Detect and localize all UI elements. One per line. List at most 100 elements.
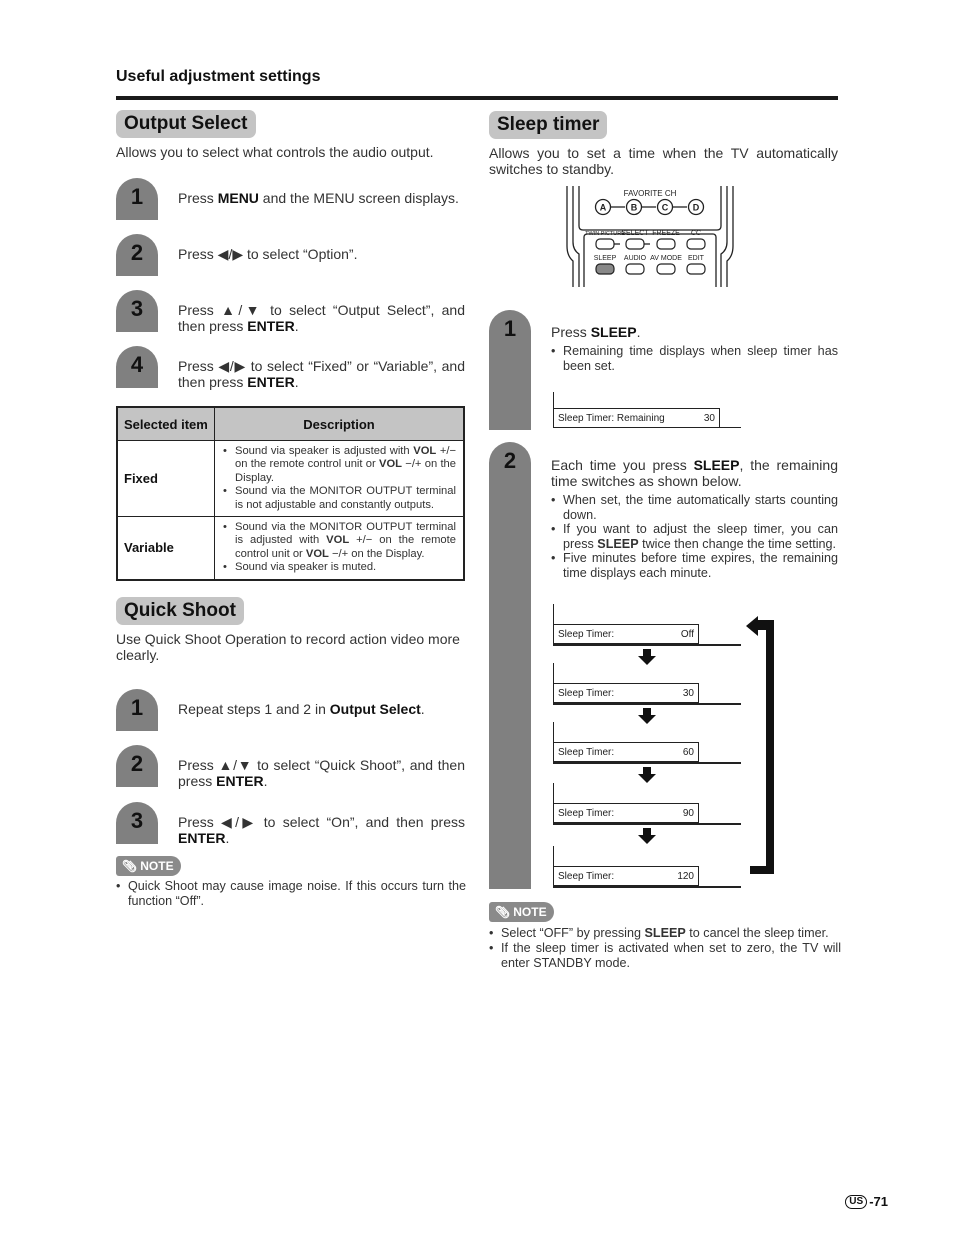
description-cell: Sound via the MONITOR OUTPUT terminal is… xyxy=(215,517,463,579)
osd-box: Sleep Timer: 60 xyxy=(553,742,699,762)
table-body: FixedSound via speaker is adjusted with … xyxy=(118,441,463,579)
quick-shoot-note-badge: 📎︎ NOTE xyxy=(116,856,181,876)
page-number-text: -71 xyxy=(869,1194,888,1209)
step-tab-1: 1 xyxy=(489,310,531,430)
paperclip-icon: 📎︎ xyxy=(495,905,511,919)
osd-sleep-timer-30: Sleep Timer: 30 xyxy=(553,663,743,705)
output-select-step-number-2: 2 xyxy=(116,234,158,276)
sleep-step1-text: Press SLEEP. xyxy=(551,324,641,340)
output-select-step-text-2: Press ◀/▶ to select “Option”. xyxy=(178,246,358,262)
quick-shoot-step-text-3: Press ◀/▶ to select “On”, and then press… xyxy=(178,814,465,846)
note-item: If the sleep timer is activated when set… xyxy=(489,941,841,971)
osd-value: 120 xyxy=(677,870,694,882)
selected-item-cell: Fixed xyxy=(118,441,215,517)
osd-box: Sleep Timer: 90 xyxy=(553,803,699,823)
quick-shoot-title: Quick Shoot xyxy=(116,597,244,625)
output-select-table: Selected item Description FixedSound via… xyxy=(116,406,465,581)
remote-label-audio: AUDIO xyxy=(624,255,647,262)
bullet-item: When set, the time automatically starts … xyxy=(551,493,838,522)
remote-label-select: SELECT xyxy=(621,230,649,237)
description-bullet: Sound via the MONITOR OUTPUT terminal is… xyxy=(223,521,456,561)
note-item: Quick Shoot may cause image noise. If th… xyxy=(116,879,466,909)
osd-sleep-timer-120: Sleep Timer: 120 xyxy=(553,846,743,888)
description-bullet: Sound via the MONITOR OUTPUT terminal is… xyxy=(223,485,456,512)
bullet-item: If you want to adjust the sleep timer, y… xyxy=(551,522,838,551)
bullet-item: Remaining time displays when sleep timer… xyxy=(551,344,838,373)
header-selected-item: Selected item xyxy=(118,408,215,440)
table-header: Selected item Description xyxy=(118,408,463,441)
page-number: US -71 xyxy=(845,1194,888,1209)
remote-button-freeze[interactable] xyxy=(656,238,676,250)
quick-shoot-notes: Quick Shoot may cause image noise. If th… xyxy=(116,879,466,909)
header-description: Description xyxy=(303,416,375,432)
osd-sleep-remaining: Sleep Timer: Remaining 30 xyxy=(553,392,743,430)
output-select-step-number-4: 4 xyxy=(116,346,158,388)
section-label: Useful adjustment settings xyxy=(116,68,321,85)
osd-value: 30 xyxy=(682,687,694,699)
output-select-step-number-3: 3 xyxy=(116,290,158,332)
output-select-step-text-3: Press ▲/▼ to select “Output Select”, and… xyxy=(178,302,465,334)
osd-label: Sleep Timer: xyxy=(558,746,615,758)
quick-shoot-step-text-2: Press ▲/▼ to select “Quick Shoot”, and t… xyxy=(178,757,465,789)
osd-label: Sleep Timer: xyxy=(558,807,615,819)
down-arrow-icon xyxy=(638,767,656,783)
osd-value: 30 xyxy=(703,412,715,424)
quick-shoot-heading: Quick Shoot xyxy=(116,597,244,625)
note-label: NOTE xyxy=(140,859,174,873)
table-row: VariableSound via the MONITOR OUTPUT ter… xyxy=(118,517,463,579)
osd-value: 90 xyxy=(682,807,694,819)
remote-button-edit[interactable] xyxy=(686,263,706,275)
remote-label-sleep: SLEEP xyxy=(594,255,617,262)
note-item: Select “OFF” by pressing SLEEP to cancel… xyxy=(489,926,841,941)
osd-box: Sleep Timer: Remaining 30 xyxy=(553,408,720,428)
osd-label: Sleep Timer: xyxy=(558,628,615,640)
remote-button-twin-picture[interactable] xyxy=(595,238,615,250)
output-select-intro: Allows you to select what controls the a… xyxy=(116,144,434,160)
sleep-timer-notes: Select “OFF” by pressing SLEEP to cancel… xyxy=(489,926,841,971)
quick-shoot-step-number-1: 1 xyxy=(116,689,158,731)
osd-box: Sleep Timer: 120 xyxy=(553,866,699,886)
osd-sleep-timer-off: Sleep Timer: Off xyxy=(553,604,743,646)
step-tab-2: 2 xyxy=(489,442,531,889)
note-label: NOTE xyxy=(513,905,547,919)
osd-sleep-timer-60: Sleep Timer: 60 xyxy=(553,722,743,764)
osd-value: 60 xyxy=(682,746,694,758)
remote-button-sleep[interactable] xyxy=(595,263,615,275)
favorite-ch-label-c: C xyxy=(662,203,669,213)
favorite-ch-label-b: B xyxy=(631,203,638,213)
remote-button-av-mode[interactable] xyxy=(656,263,676,275)
remote-button-cc[interactable] xyxy=(686,238,706,250)
sleep-step1-bullets: Remaining time displays when sleep timer… xyxy=(551,344,838,373)
osd-label: Sleep Timer: Remaining xyxy=(558,412,665,424)
quick-shoot-step-number-2: 2 xyxy=(116,745,158,787)
osd-box: Sleep Timer: 30 xyxy=(553,683,699,703)
selected-item-cell: Variable xyxy=(118,517,215,579)
quick-shoot-step-number-3: 3 xyxy=(116,802,158,844)
paperclip-icon: 📎︎ xyxy=(122,859,138,873)
quick-shoot-step-text-1: Repeat steps 1 and 2 in Output Select. xyxy=(178,701,425,717)
output-select-step-text-4: Press ◀/▶ to select “Fixed” or “Variable… xyxy=(178,358,465,390)
osd-label: Sleep Timer: xyxy=(558,870,615,882)
loop-back-arrow-icon xyxy=(746,616,774,874)
sleep-timer-intro: Allows you to set a time when the TV aut… xyxy=(489,145,838,177)
favorite-ch-label: FAVORITE CH xyxy=(624,189,677,198)
sleep-step2-bullets: When set, the time automatically starts … xyxy=(551,493,838,581)
osd-value: Off xyxy=(680,628,694,640)
osd-label: Sleep Timer: xyxy=(558,687,615,699)
description-cell: Sound via speaker is adjusted with VOL +… xyxy=(215,441,463,516)
remote-label-edit: EDIT xyxy=(688,255,705,262)
favorite-ch-label-a: A xyxy=(600,203,607,213)
quick-shoot-intro: Use Quick Shoot Operation to record acti… xyxy=(116,631,460,663)
remote-button-audio[interactable] xyxy=(625,263,645,275)
output-select-step-number-1: 1 xyxy=(116,178,158,220)
output-select-heading: Output Select xyxy=(116,110,256,138)
sleep-timer-title: Sleep timer xyxy=(489,111,608,139)
sleep-timer-note-badge: 📎︎ NOTE xyxy=(489,902,554,922)
bullet-item: Five minutes before time expires, the re… xyxy=(551,551,838,580)
description-bullet: Sound via speaker is muted. xyxy=(223,561,456,575)
down-arrow-icon xyxy=(638,828,656,844)
remote-label-twin-picture: TWIN PICTURE xyxy=(585,231,625,237)
remote-label-cc: CC xyxy=(691,230,701,237)
remote-button-select[interactable] xyxy=(625,238,645,250)
favorite-ch-label-d: D xyxy=(693,203,700,213)
